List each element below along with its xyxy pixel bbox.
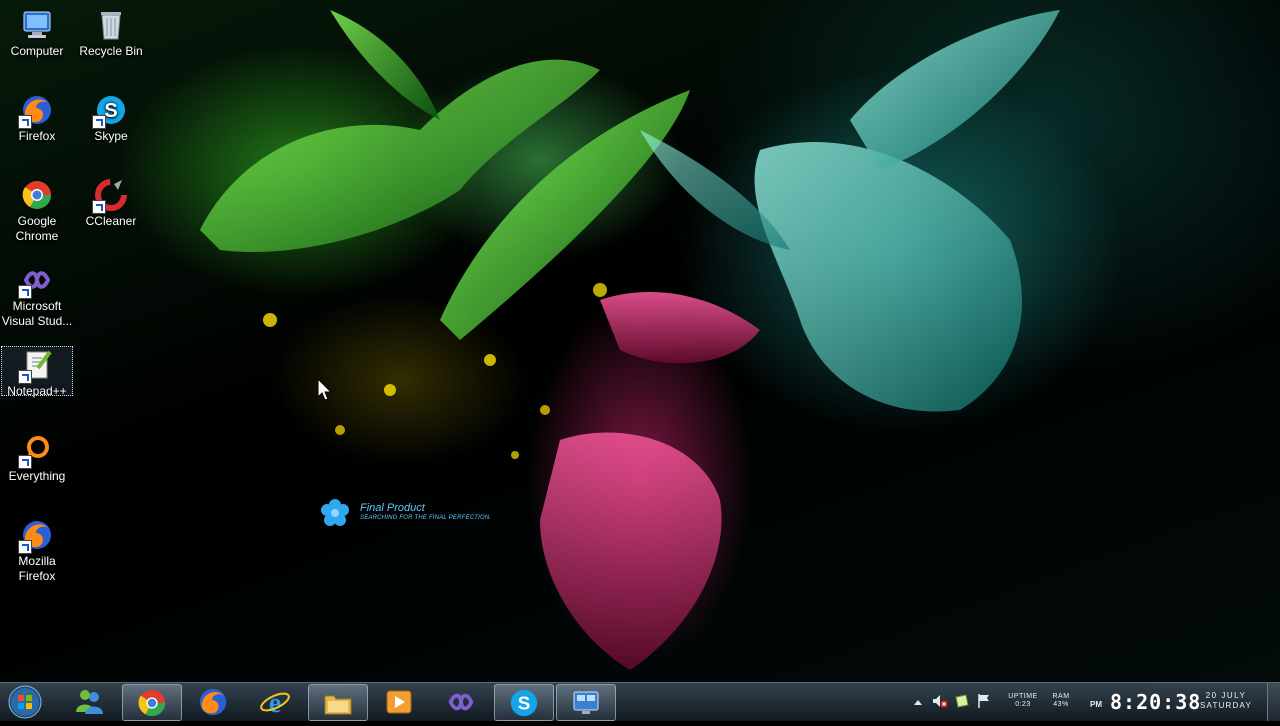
media-player-icon [386,690,412,714]
volume-muted-icon[interactable] [932,693,948,709]
desktop-icon-visual-studio[interactable]: Microsoft Visual Stud... [1,257,73,329]
wallpaper-art [200,10,1060,670]
start-button[interactable] [6,683,46,721]
visual-studio-icon [18,263,54,299]
show-hidden-icons-chevron-icon[interactable] [910,695,926,711]
desktop-icon-recycle-bin[interactable]: Recycle Bin [75,2,147,59]
skype-icon: S [92,93,128,129]
file-explorer-icon [324,695,352,715]
system-tray: UPTIME 0:23 RAM 43% PM 8:20:38 20 JULY S… [910,683,1280,721]
desktop-icon-label: Firefox [18,129,56,143]
taskbar-item-chrome[interactable] [122,684,182,721]
desktop-icon-ccleaner[interactable]: CCleaner [75,172,147,229]
desktop-icon-everything[interactable]: Everything [1,427,73,484]
wallpaper-logo-title: Final Product [360,502,425,514]
taskbar-item-firefox[interactable] [184,684,242,719]
uptime-label: UPTIME [1008,693,1038,700]
taskbar: e S UPTIME 0:23 RAM 43% PM 8:20:38 20 JU… [0,682,1280,721]
computer-icon [20,8,54,42]
ram-gadget: RAM 43% [1046,693,1076,709]
ram-value: 43% [1053,701,1069,708]
clock-ampm: PM [1090,700,1102,709]
notification-icon[interactable] [954,693,970,709]
taskbar-item-media-player[interactable] [370,684,428,719]
notepad-plus-plus-icon [18,348,54,384]
desktop-icon-computer[interactable]: Computer [1,2,73,59]
firefox-icon [18,518,54,554]
svg-text:e: e [269,688,281,718]
uptime-gadget: UPTIME 0:23 [1002,693,1044,709]
taskbar-item-skype[interactable]: S [494,684,554,721]
desktop-icon-label: CCleaner [85,214,137,228]
desktop: Computer Recycle Bin Firefox S Skype Goo… [0,0,1280,682]
show-desktop-button[interactable] [1267,683,1280,721]
desktop-icon-notepad-plus-plus[interactable]: Notepad++ [1,346,73,398]
taskbar-item-file-explorer[interactable] [308,684,368,721]
windows-start-orb-icon [8,685,42,719]
action-center-flag-icon[interactable] [976,693,992,709]
taskbar-item-messenger[interactable] [60,684,118,719]
ram-label: RAM [1052,693,1070,700]
ccleaner-icon [92,178,128,214]
svg-text:S: S [518,693,531,714]
remote-desktop-icon [573,691,599,714]
everything-search-icon [18,433,54,469]
visual-studio-icon [448,693,474,711]
flower-logo-icon [321,499,349,526]
mouse-pointer-icon [317,378,333,401]
taskbar-item-visual-studio[interactable] [432,684,490,719]
messenger-icon [76,690,103,714]
firefox-icon [18,93,54,129]
desktop-icon-label: Computer [10,44,64,58]
clock-time[interactable]: 8:20:38 [1110,690,1201,714]
desktop-icon-firefox[interactable]: Firefox [1,87,73,144]
taskbar-item-remote-desktop[interactable] [556,684,616,721]
desktop-icon-label: Notepad++ [7,384,67,398]
svg-text:S: S [104,100,117,122]
desktop-icon-label: Everything [8,469,66,483]
taskbar-item-internet-explorer[interactable]: e [246,684,304,719]
skype-icon: S [510,689,538,717]
chrome-icon [138,689,166,717]
wallpaper-logo: Final Product SEARCHING FOR THE FINAL PE… [320,498,540,530]
wallpaper-logo-subtitle: SEARCHING FOR THE FINAL PERFECTION. [360,515,492,521]
desktop-icon-label: Skype [94,129,128,143]
desktop-icon-label: Recycle Bin [79,44,143,58]
desktop-icon-label: Microsoft Visual Stud... [1,299,73,328]
firefox-icon [199,688,227,716]
date-weekday: SATURDAY [1200,701,1252,710]
desktop-icon-mozilla-firefox[interactable]: Mozilla Firefox [1,512,73,584]
desktop-icon-label: Mozilla Firefox [18,554,56,583]
internet-explorer-icon: e [260,688,290,718]
desktop-icon-label: Google Chrome [15,214,59,243]
desktop-icon-google-chrome[interactable]: Google Chrome [1,172,73,244]
date-day: 20 JULY [1205,691,1247,700]
desktop-icon-skype[interactable]: S Skype [75,87,147,144]
chrome-icon [20,178,54,212]
recycle-bin-icon [94,8,128,42]
uptime-value: 0:23 [1015,701,1031,708]
